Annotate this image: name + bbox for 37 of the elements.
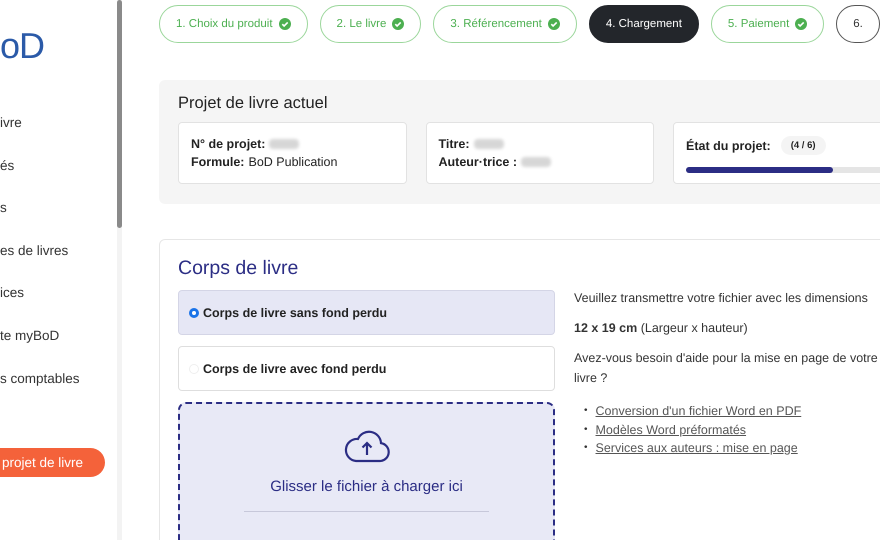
option-label: Corps de livre sans fond perdu bbox=[203, 306, 388, 320]
step-tab[interactable]: 6. bbox=[836, 5, 880, 43]
logo-text[interactable]: oD bbox=[0, 26, 44, 66]
step-count-badge: (4 / 6) bbox=[780, 136, 826, 155]
info-text: Avez-vous besoin d'aide pour la mise en page de votre livre ? bbox=[574, 350, 879, 387]
file-dropzone[interactable]: Glisser le fichier à charger ici bbox=[178, 402, 555, 540]
radio-button[interactable] bbox=[189, 308, 199, 318]
section-title: Projet de livre actuel bbox=[178, 94, 328, 113]
field-label: Formule: bbox=[191, 155, 244, 169]
help-link[interactable]: Modèles Word préformatés bbox=[596, 420, 746, 439]
help-link[interactable]: Conversion d'un fichier Word en PDF bbox=[596, 402, 802, 420]
dropzone-text: Glisser le fichier à charger ici bbox=[270, 478, 463, 495]
radio-option[interactable]: Corps de livre sans fond perdu bbox=[178, 290, 555, 335]
sidebar-item[interactable]: ivre bbox=[0, 113, 22, 156]
bullet: • bbox=[584, 404, 588, 418]
bullet: • bbox=[584, 441, 588, 455]
field-label: Auteur·trice : bbox=[438, 155, 517, 169]
info-text: Veuillez transmettre votre fichier avec les dimensions bbox=[574, 290, 869, 307]
bullet: • bbox=[584, 422, 588, 436]
option-label: Corps de livre avec fond perdu bbox=[203, 362, 386, 376]
step-tab[interactable]: 4. Chargement bbox=[588, 5, 699, 43]
sidebar-item[interactable]: es de livres bbox=[0, 240, 68, 284]
sidebar-item[interactable]: s bbox=[0, 198, 7, 241]
cloud-upload-icon bbox=[344, 430, 390, 464]
info-text: 12 x 19 cm (Largeur x hauteur) bbox=[574, 320, 749, 337]
sidebar-item[interactable]: ices bbox=[0, 283, 24, 326]
sidebar-item[interactable]: és bbox=[0, 156, 14, 198]
radio-option[interactable]: Corps de livre avec fond perdu bbox=[178, 346, 555, 391]
status-label: État du projet: bbox=[686, 138, 771, 152]
sidebar-item[interactable]: te myBoD bbox=[0, 326, 60, 369]
sidebar-item[interactable]: s comptables bbox=[0, 368, 80, 412]
field-label: Titre: bbox=[438, 137, 470, 151]
section-heading: Corps de livre bbox=[178, 257, 298, 280]
help-link[interactable]: Services aux auteurs : mise en page bbox=[596, 439, 798, 458]
scrollbar[interactable] bbox=[117, 0, 122, 540]
field-value: BoD Publication bbox=[248, 155, 338, 169]
field-label: N° de projet: bbox=[191, 137, 266, 151]
